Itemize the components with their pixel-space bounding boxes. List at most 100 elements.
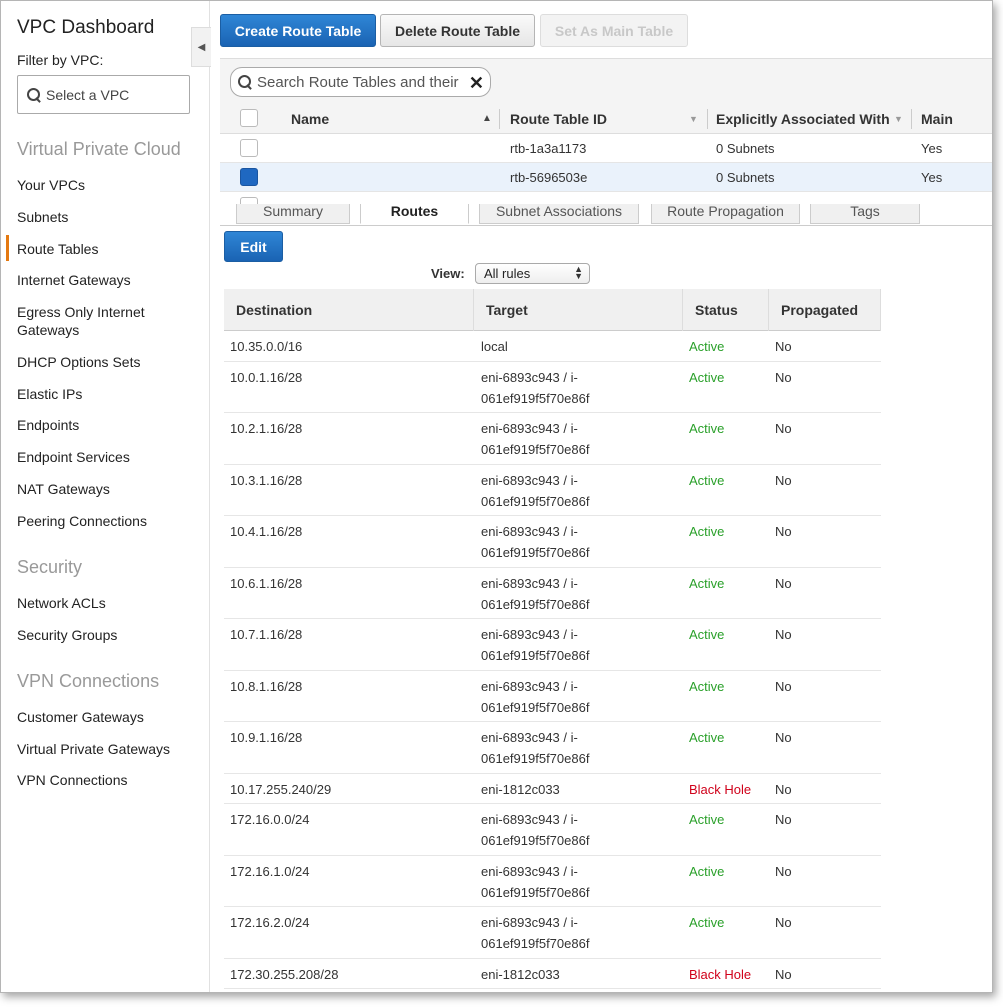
route-target-line: eni-6893c943 / i- <box>481 678 578 694</box>
route-propagated: No <box>775 915 792 930</box>
route-destination: 172.16.1.0/24 <box>230 863 310 879</box>
status-badge: Active <box>689 575 725 591</box>
tab-route-propagation[interactable]: Route Propagation <box>651 204 800 224</box>
route-tables-header: Name ▲ Route Table ID ▼ Explicitly Assoc… <box>220 103 992 134</box>
view-select-value: All rules <box>484 266 531 281</box>
route-target-line: eni-6893c943 / i- <box>481 812 578 827</box>
sidebar-item-endpoint-services[interactable]: Endpoint Services <box>17 448 197 466</box>
route-target-line: eni-1812c033 <box>481 781 560 797</box>
route-table-row-partial <box>220 192 992 204</box>
route-target: local <box>481 336 508 357</box>
column-header-target: Target <box>474 289 683 331</box>
route-propagated: No <box>775 730 792 745</box>
route-target: eni-6893c943 / i- 061ef919f5f70e86f <box>481 624 589 666</box>
clear-search-icon[interactable]: ✕ <box>469 73 484 94</box>
sidebar-item-egress-only-internet-gateways[interactable]: Egress Only Internet Gateways <box>17 303 197 339</box>
create-route-table-button[interactable]: Create Route Table <box>220 14 376 47</box>
filter-by-vpc-label: Filter by VPC: <box>17 52 104 68</box>
sort-asc-icon[interactable]: ▲ <box>482 103 492 134</box>
route-target: eni-6893c943 / i- 061ef919f5f70e86f <box>481 912 589 954</box>
status-badge: Active <box>689 863 725 879</box>
row-checkbox[interactable] <box>240 197 258 204</box>
row-checkbox[interactable] <box>240 139 258 157</box>
vpc-filter-select[interactable]: Select a VPC <box>17 75 190 114</box>
sidebar-item-security-groups[interactable]: Security Groups <box>17 626 197 644</box>
route-propagated: No <box>775 369 792 385</box>
route-row: 10.9.1.16/28 eni-6893c943 / i- 061ef919f5f… <box>224 722 881 774</box>
route-table-id: rtb-5696503e <box>510 170 588 185</box>
view-filter-select[interactable]: All rules ▲ ▼ <box>475 263 590 284</box>
route-target: eni-6893c943 / i- 061ef919f5f70e86f <box>481 727 589 769</box>
delete-route-table-button[interactable]: Delete Route Table <box>380 14 535 47</box>
tab-tags[interactable]: Tags <box>810 204 920 224</box>
route-table-associations: 0 Subnets <box>716 170 775 185</box>
route-table-row[interactable]: rtb-1a3a1173 0 Subnets Yes <box>220 134 992 163</box>
sort-icon[interactable]: ▼ <box>894 103 903 134</box>
route-propagated: No <box>775 812 792 827</box>
route-table-row[interactable]: rtb-5696503e 0 Subnets Yes <box>220 163 992 192</box>
route-target-line: eni-6893c943 / i- <box>481 524 578 539</box>
route-table-main: Yes <box>921 170 943 185</box>
route-row: 172.16.0.0/24 eni-6893c943 / i- 061ef919f5… <box>224 804 881 856</box>
route-row: 10.8.1.16/28 eni-6893c943 / i- 061ef919f5f… <box>224 671 881 722</box>
nav-section-security: Security <box>17 557 83 577</box>
view-label: View: <box>431 266 465 281</box>
route-propagated: No <box>775 863 792 879</box>
tab-subnet-associations[interactable]: Subnet Associations <box>479 204 639 224</box>
route-row: 10.6.1.16/28 eni-6893c943 / i- 061ef919f5f… <box>224 568 881 619</box>
sidebar-item-internet-gateways[interactable]: Internet Gateways <box>17 271 197 289</box>
row-checkbox[interactable] <box>240 168 258 186</box>
sidebar-item-route-tables[interactable]: Route Tables <box>6 235 197 261</box>
column-header-name[interactable]: Name <box>291 103 329 134</box>
route-row: 10.35.0.0/16 local Active No <box>224 331 881 362</box>
route-target: eni-1812c033 <box>481 964 560 985</box>
tab-routes[interactable]: Routes <box>360 204 469 224</box>
sidebar-item-endpoints[interactable]: Endpoints <box>17 416 197 434</box>
sort-icon[interactable]: ▼ <box>689 103 698 134</box>
status-badge: Active <box>689 915 725 930</box>
route-target-line: eni-6893c943 / i- <box>481 627 578 642</box>
route-row: 172.16.2.0/24 eni-6893c943 / i- 061ef919f5… <box>224 907 881 959</box>
sidebar-item-your-vpcs[interactable]: Your VPCs <box>17 176 197 194</box>
tab-summary[interactable]: Summary <box>236 204 350 224</box>
sidebar-item-subnets[interactable]: Subnets <box>17 208 197 226</box>
route-target-line: 061ef919f5f70e86f <box>481 884 590 900</box>
sidebar-item-nat-gateways[interactable]: NAT Gateways <box>17 480 197 498</box>
column-header-route-table-id[interactable]: Route Table ID <box>510 103 607 134</box>
route-target-line: eni-6893c943 / i- <box>481 472 578 488</box>
route-target: eni-6893c943 / i- 061ef919f5f70e86f <box>481 470 589 512</box>
sidebar-item-network-acls[interactable]: Network ACLs <box>17 594 197 612</box>
set-as-main-table-button[interactable]: Set As Main Table <box>540 14 688 47</box>
search-icon <box>26 87 42 103</box>
route-row: 10.17.255.240/29 eni-1812c033 Black Hole No <box>224 774 881 804</box>
route-destination: 10.3.1.16/28 <box>230 472 303 488</box>
search-input[interactable]: Search Route Tables and their ✕ <box>230 67 491 97</box>
sidebar-item-vpn-connections[interactable]: VPN Connections <box>17 771 197 789</box>
sidebar-item-virtual-private-gateways[interactable]: Virtual Private Gateways <box>17 740 197 758</box>
routes-table-body: 10.35.0.0/16 local Active No 10.0.1.16/28 eni… <box>224 331 881 989</box>
route-row: 10.3.1.16/28 eni-6893c943 / i- 061ef919f5f… <box>224 465 881 516</box>
route-target: eni-6893c943 / i- 061ef919f5f70e86f <box>481 573 589 615</box>
sidebar-item-elastic-ips[interactable]: Elastic IPs <box>17 385 197 403</box>
vpc-console-window: VPC Dashboard Filter by VPC: Select a VP… <box>0 0 993 993</box>
routes-table-header: Destination Target Status Propagated <box>224 289 881 331</box>
column-header-explicitly-associated[interactable]: Explicitly Associated With <box>716 103 890 134</box>
select-all-checkbox[interactable] <box>240 109 258 127</box>
sidebar-item-peering-connections[interactable]: Peering Connections <box>17 512 197 530</box>
nav-section-virtual-private-cloud: Virtual Private Cloud <box>17 139 181 159</box>
edit-routes-button[interactable]: Edit <box>224 231 283 262</box>
route-destination: 10.0.1.16/28 <box>230 369 303 385</box>
route-propagated: No <box>775 575 792 591</box>
routes-table: Destination Target Status Propagated 10.… <box>224 289 881 989</box>
status-badge: Active <box>689 369 725 385</box>
route-row: 10.7.1.16/28 eni-6893c943 / i- 061ef919f5f… <box>224 619 881 671</box>
route-destination: 172.30.255.208/28 <box>230 966 339 982</box>
sidebar-item-customer-gateways[interactable]: Customer Gateways <box>17 708 197 726</box>
collapse-sidebar-button[interactable]: ◀ <box>191 27 211 67</box>
column-header-main[interactable]: Main <box>921 103 953 134</box>
sidebar-title[interactable]: VPC Dashboard <box>17 17 154 39</box>
sidebar-item-dhcp-options-sets[interactable]: DHCP Options Sets <box>17 353 197 371</box>
sidebar: VPC Dashboard Filter by VPC: Select a VP… <box>1 1 210 992</box>
detail-tabs: Summary Routes Subnet Associations Route Pr… <box>220 204 992 226</box>
route-propagated: No <box>775 524 792 539</box>
